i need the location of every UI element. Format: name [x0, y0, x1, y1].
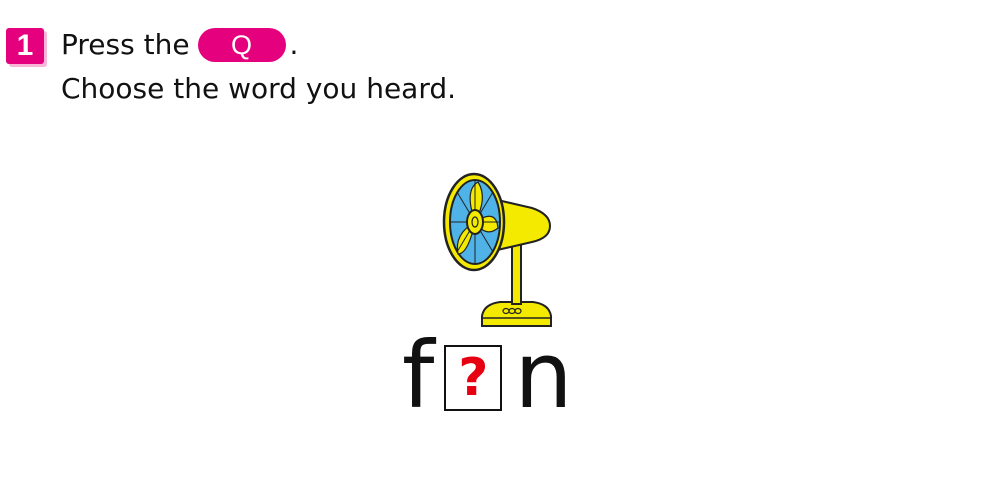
- word-last-letter: n: [514, 322, 573, 429]
- instruction-line-press: Press the Q.: [61, 26, 298, 63]
- instruction-line-choose: Choose the word you heard.: [61, 72, 457, 105]
- question-number-badge: 1: [6, 28, 44, 64]
- instruction-period: .: [289, 28, 299, 61]
- fan-icon: [442, 172, 552, 327]
- question-mark-icon: ?: [458, 348, 489, 408]
- instruction-press-text: Press the: [61, 28, 190, 61]
- word-first-letter: f: [402, 322, 435, 429]
- missing-letter-box[interactable]: ?: [444, 345, 503, 411]
- target-word: f ? n: [402, 326, 573, 426]
- fan-pole: [511, 239, 522, 305]
- play-audio-q-button[interactable]: Q: [197, 28, 286, 62]
